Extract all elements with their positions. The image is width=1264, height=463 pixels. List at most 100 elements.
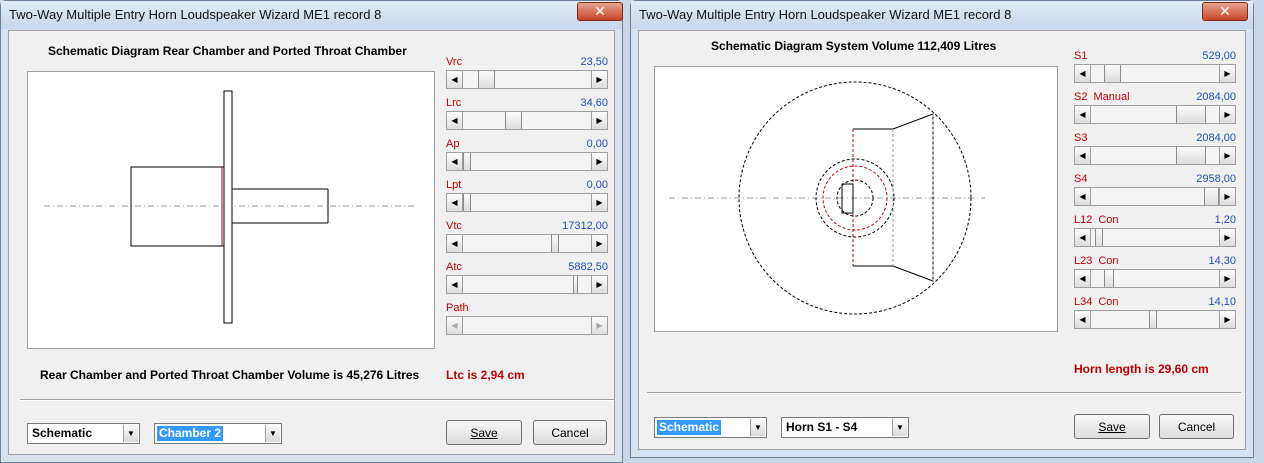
s2-scrollbar[interactable]: ◀ ▶: [1074, 105, 1236, 124]
s1-left-arrow-icon[interactable]: ◀: [1075, 65, 1091, 82]
l12-left-arrow-icon[interactable]: ◀: [1075, 229, 1091, 246]
l12-scroll-thumb[interactable]: [1095, 229, 1103, 246]
s4-scroll-thumb[interactable]: [1204, 188, 1219, 205]
lrc-left-arrow-icon[interactable]: ◀: [447, 112, 463, 129]
l23-label-text: L23: [1074, 255, 1093, 267]
left-cancel-button[interactable]: Cancel: [533, 420, 607, 445]
l12-label-text: L12: [1074, 214, 1093, 226]
l23-scroll-thumb[interactable]: [1104, 270, 1114, 287]
vrc-right-arrow-icon[interactable]: ▶: [591, 71, 607, 88]
s3-scroll-thumb[interactable]: [1176, 147, 1206, 164]
lpt-left-arrow-icon[interactable]: ◀: [447, 194, 463, 211]
l23-scrollbar[interactable]: ◀ ▶: [1074, 269, 1236, 288]
l34-left-arrow-icon[interactable]: ◀: [1075, 311, 1091, 328]
ap-left-arrow-icon[interactable]: ◀: [447, 153, 463, 170]
l34-right-arrow-icon[interactable]: ▶: [1219, 311, 1235, 328]
vrc-label: Vrc: [446, 56, 463, 68]
horn-schematic: [669, 81, 985, 315]
control-path: Path ◀ ▶: [446, 302, 608, 336]
left-title-bar[interactable]: Two-Way Multiple Entry Horn Loudspeaker …: [1, 1, 623, 29]
atc-scroll-thumb[interactable]: [573, 276, 578, 293]
right-view-select-value: Schematic: [657, 420, 722, 435]
path-right-arrow-icon[interactable]: ▶: [591, 317, 607, 334]
s1-scrollbar[interactable]: ◀ ▶: [1074, 64, 1236, 83]
ap-scrollbar[interactable]: ◀ ▶: [446, 152, 608, 171]
left-view-select-value: Schematic: [32, 426, 93, 440]
vtc-scrollbar[interactable]: ◀ ▶: [446, 234, 608, 253]
s3-right-arrow-icon[interactable]: ▶: [1219, 147, 1235, 164]
control-s2: S2 Manual 2084,00 ◀ ▶: [1074, 91, 1236, 125]
s2-left-arrow-icon[interactable]: ◀: [1075, 106, 1091, 123]
s3-left-arrow-icon[interactable]: ◀: [1075, 147, 1091, 164]
s4-scrollbar[interactable]: ◀ ▶: [1074, 187, 1236, 206]
lrc-right-arrow-icon[interactable]: ▶: [591, 112, 607, 129]
l12-right-arrow-icon[interactable]: ▶: [1219, 229, 1235, 246]
l34-scrollbar[interactable]: ◀ ▶: [1074, 310, 1236, 329]
chevron-down-icon[interactable]: ▼: [892, 419, 907, 436]
control-l23: L23 Con 14,30 ◀ ▶: [1074, 255, 1236, 289]
chevron-down-icon[interactable]: ▼: [123, 425, 138, 442]
vrc-scrollbar[interactable]: ◀ ▶: [446, 70, 608, 89]
s2-scroll-thumb[interactable]: [1176, 106, 1206, 123]
control-s4: S4 2958,00 ◀ ▶: [1074, 173, 1236, 207]
left-schematic-canvas: [27, 71, 435, 349]
l23-value: 14,30: [1208, 255, 1236, 267]
s1-label: S1: [1074, 50, 1087, 62]
lpt-value: 0,00: [586, 179, 608, 191]
left-chamber-select[interactable]: Chamber 2 ▼: [154, 423, 282, 444]
right-horn-length-info: Horn length is 29,60 cm: [1074, 362, 1209, 376]
control-ap: Ap 0,00 ◀ ▶: [446, 138, 608, 172]
control-s3: S3 2084,00 ◀ ▶: [1074, 132, 1236, 166]
right-horn-select[interactable]: Horn S1 - S4 ▼: [781, 417, 909, 438]
ap-scroll-thumb[interactable]: [463, 153, 471, 170]
right-cancel-button[interactable]: Cancel: [1159, 414, 1234, 439]
atc-scrollbar[interactable]: ◀ ▶: [446, 275, 608, 294]
left-separator: [20, 399, 614, 401]
control-l12: L12 Con 1,20 ◀ ▶: [1074, 214, 1236, 248]
lpt-right-arrow-icon[interactable]: ▶: [591, 194, 607, 211]
left-close-button[interactable]: ✕: [577, 2, 623, 21]
atc-left-arrow-icon[interactable]: ◀: [447, 276, 463, 293]
s1-scroll-thumb[interactable]: [1104, 65, 1121, 82]
right-diagram-heading: Schematic Diagram System Volume 112,409 …: [711, 39, 997, 53]
right-title-bar[interactable]: Two-Way Multiple Entry Horn Loudspeaker …: [631, 1, 1253, 29]
left-window-title: Two-Way Multiple Entry Horn Loudspeaker …: [9, 7, 382, 22]
s4-left-arrow-icon[interactable]: ◀: [1075, 188, 1091, 205]
right-view-select[interactable]: Schematic ▼: [654, 417, 767, 438]
left-view-select[interactable]: Schematic ▼: [27, 423, 140, 444]
s2-right-arrow-icon[interactable]: ▶: [1219, 106, 1235, 123]
right-save-button[interactable]: Save: [1074, 414, 1150, 439]
lrc-scroll-thumb[interactable]: [505, 112, 522, 129]
vtc-left-arrow-icon[interactable]: ◀: [447, 235, 463, 252]
atc-value: 5882,50: [568, 261, 608, 273]
s3-value: 2084,00: [1196, 132, 1236, 144]
vtc-scroll-thumb[interactable]: [551, 235, 559, 252]
vrc-scroll-thumb[interactable]: [478, 71, 495, 88]
s3-scrollbar[interactable]: ◀ ▶: [1074, 146, 1236, 165]
s4-right-arrow-icon[interactable]: ▶: [1219, 188, 1235, 205]
lpt-label: Lpt: [446, 179, 462, 191]
chevron-down-icon[interactable]: ▼: [265, 425, 280, 442]
right-close-button[interactable]: ✕: [1202, 2, 1248, 21]
atc-right-arrow-icon[interactable]: ▶: [591, 276, 607, 293]
lpt-scroll-thumb[interactable]: [463, 194, 471, 211]
right-wizard-window: Two-Way Multiple Entry Horn Loudspeaker …: [630, 0, 1254, 458]
l12-scrollbar[interactable]: ◀ ▶: [1074, 228, 1236, 247]
l34-scroll-thumb[interactable]: [1149, 311, 1157, 328]
vtc-value: 17312,00: [562, 220, 608, 232]
vrc-left-arrow-icon[interactable]: ◀: [447, 71, 463, 88]
left-save-button[interactable]: Save: [446, 420, 522, 445]
vtc-right-arrow-icon[interactable]: ▶: [591, 235, 607, 252]
path-scrollbar[interactable]: ◀ ▶: [446, 316, 608, 335]
l23-left-arrow-icon[interactable]: ◀: [1075, 270, 1091, 287]
control-atc: Atc 5882,50 ◀ ▶: [446, 261, 608, 295]
lpt-scrollbar[interactable]: ◀ ▶: [446, 193, 608, 212]
path-left-arrow-icon[interactable]: ◀: [447, 317, 463, 334]
ap-right-arrow-icon[interactable]: ▶: [591, 153, 607, 170]
l23-right-arrow-icon[interactable]: ▶: [1219, 270, 1235, 287]
chevron-down-icon[interactable]: ▼: [750, 419, 765, 436]
left-cancel-label: Cancel: [551, 425, 589, 440]
control-vtc: Vtc 17312,00 ◀ ▶: [446, 220, 608, 254]
lrc-scrollbar[interactable]: ◀ ▶: [446, 111, 608, 130]
s1-right-arrow-icon[interactable]: ▶: [1219, 65, 1235, 82]
